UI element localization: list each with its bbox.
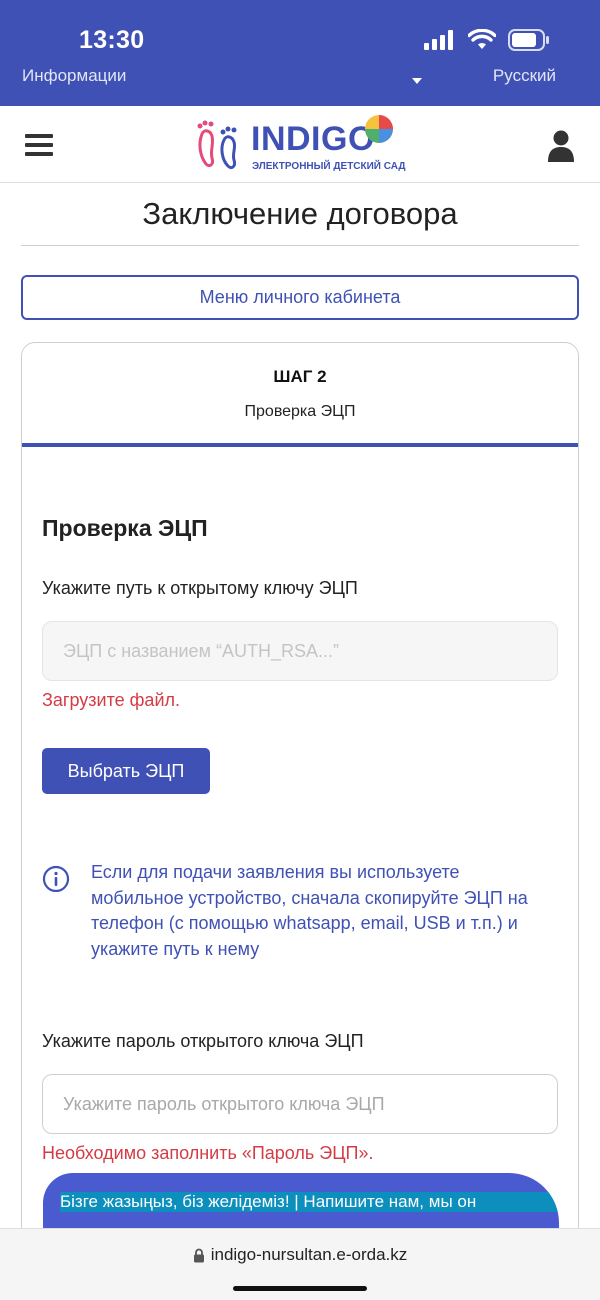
- language-selector[interactable]: Русский: [493, 66, 556, 86]
- key-path-error: Загрузите файл.: [42, 690, 180, 710]
- step-header: ШАГ 2 Проверка ЭЦП: [22, 343, 578, 447]
- info-link[interactable]: Информации: [22, 66, 126, 86]
- status-bar: 13:30 Информации Русский: [0, 0, 600, 106]
- caret-down-icon[interactable]: [412, 78, 422, 84]
- battery-icon: [508, 29, 549, 51]
- browser-bottom-bar: indigo-nursultan.e-orda.kz: [0, 1228, 600, 1300]
- logo-text: INDIGO: [251, 120, 375, 158]
- lock-icon: [193, 1248, 204, 1262]
- chat-banner-text[interactable]: Бізге жазыңыз, біз желідеміз! | Напишите…: [60, 1192, 559, 1212]
- address-bar[interactable]: indigo-nursultan.e-orda.kz: [0, 1245, 600, 1265]
- step-card: ШАГ 2 Проверка ЭЦП Проверка ЭЦП Укажите …: [21, 342, 579, 1242]
- step-number: ШАГ 2: [273, 367, 327, 386]
- key-path-label: Укажите путь к открытому ключу ЭЦП: [42, 578, 358, 598]
- choose-ecp-button[interactable]: Выбрать ЭЦП: [42, 748, 210, 794]
- status-time: 13:30: [79, 26, 145, 54]
- info-icon: [42, 865, 70, 893]
- ball-icon: [365, 115, 393, 143]
- password-input[interactable]: [42, 1074, 558, 1134]
- user-icon[interactable]: [548, 130, 574, 162]
- section-title: Проверка ЭЦП: [42, 515, 208, 541]
- hamburger-icon[interactable]: [25, 134, 53, 156]
- status-icons: [424, 29, 550, 51]
- url-text: indigo-nursultan.e-orda.kz: [210, 1245, 408, 1264]
- home-indicator[interactable]: [233, 1286, 367, 1291]
- password-label: Укажите пароль открытого ключа ЭЦП: [42, 1031, 364, 1051]
- step-name: Проверка ЭЦП: [244, 403, 356, 420]
- footprints-icon: [197, 120, 237, 170]
- wifi-icon: [468, 29, 496, 49]
- title-divider: [21, 245, 579, 246]
- password-error: Необходимо заполнить «Пароль ЭЦП».: [42, 1143, 374, 1163]
- site-header: INDIGO ЭЛЕКТРОННЫЙ ДЕТСКИЙ САД: [0, 106, 600, 183]
- site-logo[interactable]: INDIGO ЭЛЕКТРОННЫЙ ДЕТСКИЙ САД: [196, 114, 406, 174]
- signal-icon: [424, 30, 453, 50]
- key-path-input[interactable]: [42, 621, 558, 681]
- info-message: Если для подачи заявления вы используете…: [91, 862, 528, 959]
- logo-subtitle: ЭЛЕКТРОННЫЙ ДЕТСКИЙ САД: [252, 161, 406, 172]
- page-title: Заключение договора: [142, 196, 458, 231]
- cabinet-menu-button[interactable]: Меню личного кабинета: [21, 275, 579, 320]
